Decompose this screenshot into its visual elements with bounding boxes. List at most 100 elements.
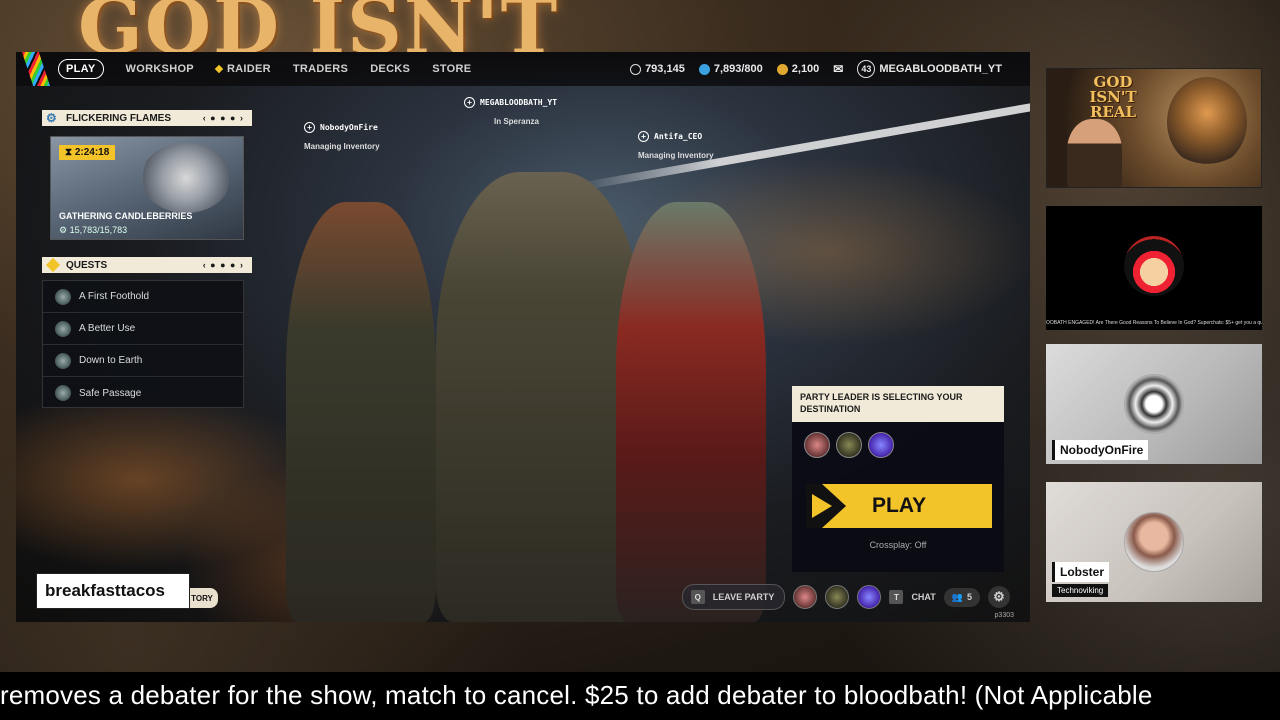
raider-icon [214, 64, 224, 74]
camera-feed-3: Lobster Technoviking [1046, 482, 1262, 602]
camera-caption: OOBATH ENGAGED! Are There Good Reasons T… [1046, 320, 1262, 326]
profile[interactable]: 43 MEGABLOODBATH_YT [857, 60, 1002, 78]
add-friend-icon[interactable]: + [638, 131, 649, 142]
nav-raider-label: RAIDER [226, 63, 271, 75]
poster-title: GOD ISN'T REAL [1089, 73, 1137, 121]
quest-icon [55, 320, 71, 337]
leave-party-button[interactable]: Q LEAVE PARTY [681, 584, 786, 610]
tokens-display: 2,100 [776, 63, 820, 75]
character-center [436, 172, 646, 622]
camera-avatar [1124, 236, 1184, 296]
level-badge: 43 [857, 60, 876, 78]
nav-raider[interactable]: RAIDER [214, 63, 271, 75]
quest-label: Down to Earth [79, 355, 143, 366]
quest-label: A Better Use [79, 323, 136, 334]
event-pager[interactable]: ‹ ● ● ● › [203, 113, 244, 123]
party-avatar[interactable] [857, 585, 882, 609]
camera-name-tag: NobodyOnFire [1052, 440, 1149, 460]
nav-traders[interactable]: TRADERS [293, 63, 348, 75]
quest-item[interactable]: A First Foothold [43, 281, 243, 313]
party-member-name-text: Antifa_CEO [654, 132, 703, 141]
party-member-label: + NobodyOnFire Managing Inventory [304, 122, 380, 151]
nav-play[interactable]: PLAY [58, 59, 104, 79]
party-member-label: + Antifa_CEO Managing Inventory [638, 131, 714, 160]
event-name: GATHERING CANDLEBERRIES [59, 211, 193, 221]
character-left [286, 202, 436, 622]
character-right [616, 202, 766, 622]
party-avatars [804, 432, 894, 458]
top-nav-bar: PLAY WORKSHOP RAIDER TRADERS DECKS STORE… [16, 52, 1030, 86]
game-window: PLAY WORKSHOP RAIDER TRADERS DECKS STORE… [16, 52, 1030, 622]
tokens-value: 2,100 [791, 63, 820, 75]
quest-diamond-icon [45, 257, 61, 273]
quests-title: QUESTS [66, 259, 108, 271]
quest-icon [55, 352, 71, 369]
event-title: FLICKERING FLAMES [66, 112, 171, 124]
quest-item[interactable]: Down to Earth [43, 345, 243, 377]
camera-feed-1: OOBATH ENGAGED! Are There Good Reasons T… [1046, 206, 1262, 330]
token-icon [776, 63, 788, 75]
quest-list: A First Foothold A Better Use Down to Ea… [42, 280, 244, 408]
poster-monster-image [1167, 77, 1247, 167]
quests-header: QUESTS ‹ ● ● ● › [42, 257, 252, 273]
nav-decks[interactable]: DECKS [370, 63, 410, 75]
build-version: p3303 [994, 612, 1014, 619]
quest-item[interactable]: A Better Use [43, 313, 243, 345]
quest-icon [55, 385, 71, 401]
play-chevron-icon [806, 484, 846, 528]
coins-value: 793,145 [645, 63, 685, 75]
show-poster: GOD ISN'T REAL [1046, 68, 1262, 188]
gear-icon: ⚙ [46, 111, 57, 125]
friends-count: 5 [966, 592, 972, 602]
quest-icon [55, 288, 71, 305]
mail-icon[interactable]: ✉ [833, 62, 843, 76]
friends-button[interactable]: 👥 5 [943, 587, 980, 607]
friends-icon: 👥 [951, 591, 963, 602]
party-avatar[interactable] [868, 432, 894, 458]
event-count-value: 15,783/15,783 [69, 225, 128, 235]
party-member-label: + MEGABLOODBATH_YT In Speranza [464, 97, 557, 126]
username: MEGABLOODBATH_YT [879, 63, 1002, 75]
party-member-status: Managing Inventory [638, 151, 714, 160]
party-avatar[interactable] [804, 432, 830, 458]
coin-icon [630, 63, 642, 75]
party-member-name: + NobodyOnFire [304, 122, 380, 133]
quests-pager[interactable]: ‹ ● ● ● › [203, 260, 244, 270]
leave-party-label: LEAVE PARTY [712, 592, 775, 602]
quest-label: Safe Passage [79, 387, 142, 399]
party-avatar[interactable] [793, 585, 818, 609]
event-header: ⚙ FLICKERING FLAMES ‹ ● ● ● › [42, 110, 252, 126]
keycap-q: Q [690, 590, 705, 604]
play-button-label: PLAY [872, 494, 927, 517]
party-member-name-text: NobodyOnFire [320, 123, 378, 132]
nav-workshop[interactable]: WORKSHOP [126, 63, 194, 75]
party-leader-message: PARTY LEADER IS SELECTING YOUR DESTINATI… [792, 386, 1004, 422]
add-friend-icon[interactable]: + [304, 122, 315, 133]
history-button[interactable]: TORY [186, 588, 218, 608]
camera-feed-2: NobodyOnFire [1046, 344, 1262, 464]
poster-man-image [1067, 119, 1122, 187]
party-member-name: + MEGABLOODBATH_YT [464, 97, 557, 108]
event-card[interactable]: ⧗ 2:24:18 GATHERING CANDLEBERRIES ⚙ 15,7… [50, 136, 244, 240]
nav-store[interactable]: STORE [432, 63, 471, 75]
currency-bar: 793,145 7,893/800 2,100 ✉ 43 MEGABLOODBAT… [630, 52, 1002, 86]
ticker-bar: removes a debater for the show, match to… [0, 672, 1280, 720]
party-avatar[interactable] [836, 432, 862, 458]
candleberry-bush-image [141, 143, 231, 213]
chat-button[interactable]: CHAT [911, 592, 935, 602]
play-button[interactable]: PLAY [806, 484, 992, 528]
event-count: ⚙ 15,783/15,783 [59, 225, 128, 235]
party-member-name-text: MEGABLOODBATH_YT [480, 98, 558, 107]
camera-avatar [1124, 512, 1184, 572]
quest-item[interactable]: Safe Passage [43, 377, 243, 409]
party-avatar[interactable] [825, 585, 850, 609]
camera-sub-tag: Technoviking [1052, 584, 1109, 597]
party-member-status: In Speranza [494, 117, 539, 126]
add-friend-icon[interactable]: + [464, 97, 475, 108]
party-member-name: + Antifa_CEO [638, 131, 714, 142]
streamer-name-tag: breakfasttacos [36, 573, 190, 609]
quest-label: A First Foothold [79, 291, 150, 302]
game-logo [22, 52, 50, 86]
settings-gear-icon[interactable]: ⚙ [988, 586, 1010, 608]
camera-name-tag: Lobster [1052, 562, 1110, 582]
